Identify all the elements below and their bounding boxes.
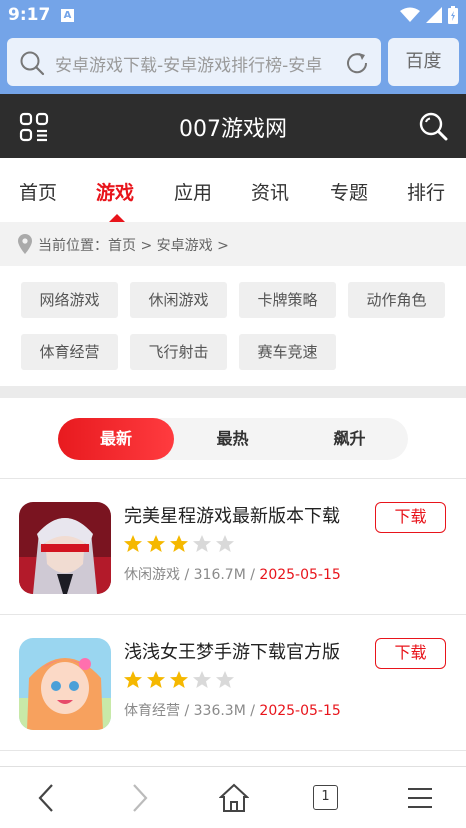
site-search-icon[interactable]: [418, 111, 448, 141]
game-date: 2025-05-15: [259, 567, 341, 583]
main-nav: 首页 游戏 应用 资讯 专题 排行: [0, 158, 466, 222]
game-date: 2025-05-15: [259, 703, 341, 719]
star-icon: [193, 671, 211, 688]
nav-item-news[interactable]: 资讯: [251, 178, 289, 205]
signal-icon: [426, 7, 442, 23]
meta-separator: /: [245, 567, 260, 583]
game-size: 336.3M: [193, 703, 246, 719]
nav-item-topics[interactable]: 专题: [330, 178, 368, 205]
breadcrumb: 当前位置：首页 > 安卓游戏 >: [0, 222, 466, 266]
category-tag[interactable]: 赛车竞速: [239, 334, 336, 370]
game-category: 休闲游戏: [124, 567, 180, 583]
nav-item-rankings[interactable]: 排行: [407, 178, 445, 205]
nav-item-home[interactable]: 首页: [19, 178, 57, 205]
category-tag[interactable]: 网络游戏: [21, 282, 118, 318]
sort-tabs: 最新 最热 飙升: [58, 418, 408, 460]
nav-item-games[interactable]: 游戏: [96, 178, 134, 205]
star-icon: [147, 535, 165, 552]
game-size: 316.7M: [193, 567, 246, 583]
address-text[interactable]: 安卓游戏下载-安卓游戏排行榜-安卓: [55, 51, 337, 76]
rating-stars: [123, 670, 235, 690]
star-icon: [216, 535, 234, 552]
star-icon: [170, 671, 188, 688]
meta-separator: /: [180, 567, 194, 583]
section-divider: [0, 386, 466, 398]
forward-icon[interactable]: [130, 783, 150, 813]
category-tags: 网络游戏 休闲游戏 卡牌策略 动作角色 体育经营 飞行射击 赛车竞速: [0, 266, 466, 384]
game-icon-wanmei[interactable]: [19, 502, 111, 594]
game-meta: 休闲游戏 / 316.7M / 2025-05-15: [124, 564, 341, 584]
meta-separator: /: [180, 703, 194, 719]
wifi-icon: [400, 7, 420, 22]
meta-separator: /: [245, 703, 260, 719]
sort-tab-rising[interactable]: 飙升: [291, 418, 408, 460]
breadcrumb-text[interactable]: 当前位置：首页 > 安卓游戏 >: [38, 235, 229, 255]
star-icon: [193, 535, 211, 552]
category-tag[interactable]: 动作角色: [348, 282, 445, 318]
star-icon: [170, 535, 188, 552]
game-icon-qianqian[interactable]: [19, 638, 111, 730]
list-divider: [0, 750, 466, 751]
active-tab-caret-icon: [109, 214, 125, 222]
reload-icon[interactable]: [343, 49, 371, 77]
location-pin-icon: [18, 234, 32, 254]
sort-tab-newest[interactable]: 最新: [58, 418, 174, 460]
notification-a-icon: A: [61, 9, 74, 22]
star-icon: [124, 535, 142, 552]
search-engine-button[interactable]: 百度: [388, 38, 459, 86]
rating-stars: [123, 534, 235, 554]
download-button[interactable]: 下载: [375, 502, 446, 533]
category-tag[interactable]: 休闲游戏: [130, 282, 227, 318]
status-bar: 9:17 A: [0, 0, 466, 30]
category-tag[interactable]: 卡牌策略: [239, 282, 336, 318]
game-name[interactable]: 浅浅女王梦手游下载官方版: [124, 638, 340, 664]
address-bar[interactable]: 安卓游戏下载-安卓游戏排行榜-安卓: [7, 38, 381, 86]
star-icon: [124, 671, 142, 688]
game-name[interactable]: 完美星程游戏最新版本下载: [124, 502, 340, 528]
browser-toolbar: 安卓游戏下载-安卓游戏排行榜-安卓 百度: [0, 30, 466, 94]
game-list-item[interactable]: 完美星程游戏最新版本下载 休闲游戏 / 316.7M / 2025-05-15 …: [0, 478, 466, 614]
back-icon[interactable]: [36, 783, 56, 813]
star-icon: [216, 671, 234, 688]
sort-tab-hottest[interactable]: 最热: [174, 418, 291, 460]
tabs-icon[interactable]: 1: [313, 785, 338, 810]
game-list-item[interactable]: 浅浅女王梦手游下载官方版 体育经营 / 336.3M / 2025-05-15 …: [0, 614, 466, 750]
category-tag[interactable]: 体育经营: [21, 334, 118, 370]
nav-item-apps[interactable]: 应用: [174, 178, 212, 205]
download-button[interactable]: 下载: [375, 638, 446, 669]
category-tag[interactable]: 飞行射击: [130, 334, 227, 370]
browser-menu-icon[interactable]: [407, 783, 433, 813]
search-icon: [20, 51, 45, 76]
game-meta: 体育经营 / 336.3M / 2025-05-15: [124, 700, 341, 720]
site-header: 007游戏网: [0, 94, 466, 158]
system-icons: [400, 6, 458, 24]
home-icon[interactable]: [219, 783, 249, 813]
battery-icon: [448, 6, 458, 24]
game-category: 体育经营: [124, 703, 180, 719]
browser-bottom-bar: 1: [0, 766, 466, 828]
star-icon: [147, 671, 165, 688]
site-title[interactable]: 007游戏网: [0, 111, 466, 143]
status-time: 9:17: [8, 5, 51, 25]
